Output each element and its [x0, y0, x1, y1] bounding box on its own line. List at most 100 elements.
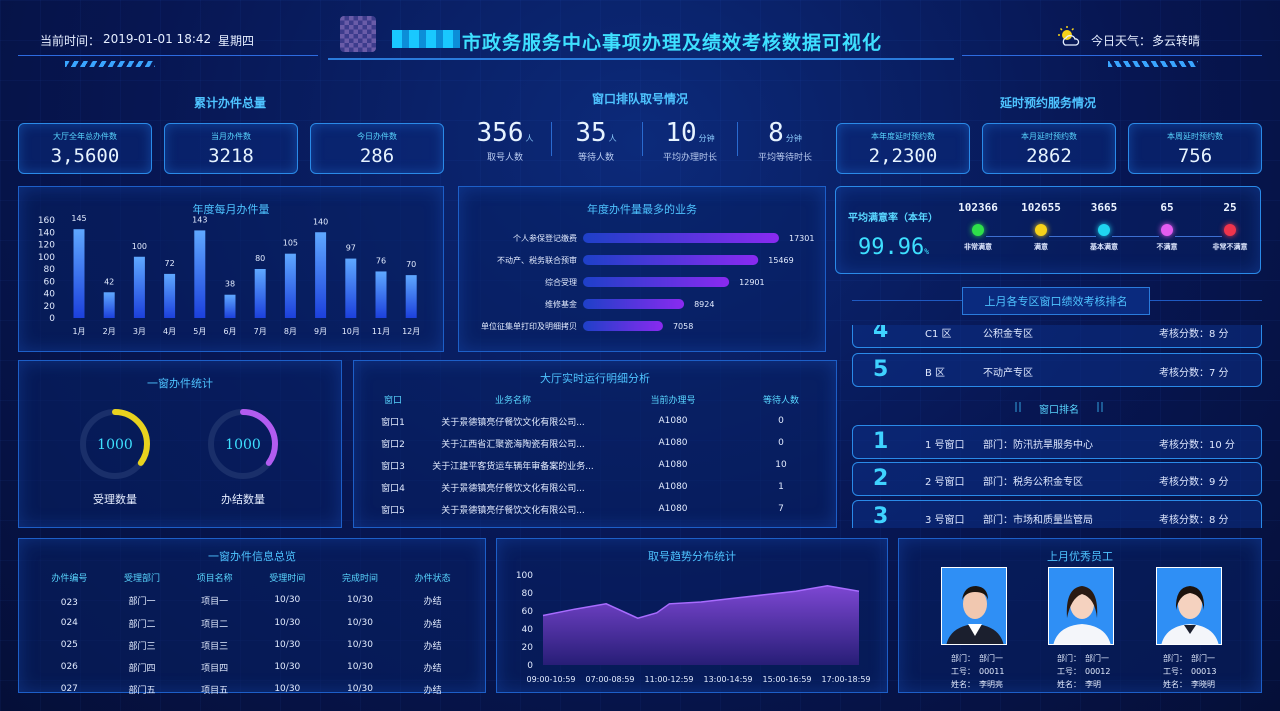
zone-score: 考核分数：8 分: [1159, 329, 1229, 340]
zone-rank-row: 4 C1 区 公积金专区 考核分数：8 分: [852, 325, 1262, 348]
weather-label: 今日天气：: [1091, 34, 1152, 48]
city-logo-icon: [340, 16, 376, 52]
satisfaction-count: 102366: [958, 201, 998, 214]
table-row[interactable]: 窗口3 关于江建平客货运车辆年审备案的业务... A1080 10: [368, 454, 824, 476]
satisfaction-count: 25: [1223, 201, 1237, 214]
category-label: 个人参保登记缴费: [513, 233, 577, 243]
cell: 部门三: [128, 641, 156, 652]
bar: [583, 233, 779, 243]
cell: 部门一: [128, 596, 156, 607]
cell: A1080: [658, 504, 688, 514]
satisfaction-count: 102655: [1021, 201, 1061, 214]
cell: 部门四: [128, 663, 156, 674]
card-value: 756: [1177, 145, 1213, 167]
table-row[interactable]: 窗口1 关于景德镇亮仔餐饮文化有限公司... A1080 0: [368, 410, 824, 432]
cell: 0: [778, 416, 784, 426]
bar: [254, 269, 266, 318]
stat-unit: 人: [608, 134, 617, 143]
cell: 024: [60, 618, 78, 628]
cell: 10/30: [274, 662, 301, 672]
y-tick-label: 60: [44, 277, 56, 287]
stat-value: 10: [665, 118, 697, 148]
cell: 10/30: [274, 618, 301, 628]
stat-value: 35: [575, 118, 607, 148]
bar: [194, 230, 206, 318]
table-row[interactable]: 023 部门一 项目一 10/30 10/30 办结: [33, 588, 469, 612]
data-label: 38: [225, 280, 235, 289]
window-name: 2 号窗口: [925, 477, 965, 488]
cell: 项目三: [201, 641, 229, 652]
satisfaction-count: 65: [1160, 201, 1174, 214]
y-tick-label: 0: [527, 661, 533, 671]
column-header: 窗口: [383, 395, 402, 406]
satisfaction-dot: [1098, 224, 1110, 236]
category-label: 综合受理: [545, 277, 577, 287]
cell: 办结: [423, 596, 442, 607]
category-label: 不动产、税务联合预审: [497, 255, 577, 265]
cell: 025: [60, 640, 78, 650]
table-row[interactable]: 027 部门五 项目五 10/30 10/30 办结: [33, 678, 469, 700]
zone-dept: 公积金专区: [983, 329, 1033, 340]
card-label: 本周延时预约数: [1167, 132, 1223, 141]
bar: [164, 273, 176, 318]
header-bar: 当前时间： 2019-01-01 18:42 星期四 市政务服务中心事项办理及绩…: [0, 0, 1280, 80]
data-label: 100: [132, 242, 147, 251]
data-label: 15469: [768, 256, 793, 265]
satisfaction-item: 65 不满意: [1137, 201, 1197, 252]
header-right-line: [962, 55, 1262, 56]
card-label: 大厅全年总办件数: [53, 132, 117, 141]
satisfaction-panel: 平均满意率（本年） 99.96% 102366 非常满意 102655 满意 3665 基…: [835, 186, 1261, 274]
cell: 10/30: [274, 640, 301, 650]
table-row[interactable]: 025 部门三 项目三 10/30 10/30 办结: [33, 634, 469, 656]
table-row[interactable]: 窗口2 关于江西省汇聚瓷海陶瓷有限公司... A1080 0: [368, 432, 824, 454]
weather-icon: [1057, 26, 1081, 48]
table-row[interactable]: 窗口4 关于景德镇亮仔餐饮文化有限公司... A1080 1: [368, 476, 824, 498]
employee-dept: 部门： 部门一: [1163, 654, 1215, 663]
data-label: 12901: [739, 278, 764, 287]
cell: 部门五: [128, 685, 156, 696]
employee-name: 姓名： 李晓明: [1163, 680, 1215, 689]
hall-panel: 大厅实时运行明细分析 窗口 业务名称 当前办理号 等待人数 窗口1 关于景德镇亮仔餐饮文…: [353, 360, 837, 528]
cell: 10/30: [346, 640, 373, 650]
data-label: 17301: [789, 234, 814, 243]
bar: [73, 229, 85, 318]
window-dept: 部门：税务公积金专区: [983, 477, 1083, 488]
bar: [315, 232, 327, 318]
ring-value: 1000: [97, 437, 133, 453]
y-tick-label: 80: [44, 265, 56, 275]
data-label: 145: [71, 214, 86, 223]
column-header: 项目名称: [196, 573, 233, 584]
column-header: 办件编号: [51, 573, 88, 584]
employee-id: 工号： 00013: [1163, 667, 1217, 676]
table-row[interactable]: 026 部门四 项目四 10/30 10/30 办结: [33, 656, 469, 678]
employee-info: 部门： 部门一 工号： 00012 姓名： 李明: [1057, 652, 1110, 691]
card-label: 本月延时预约数: [1021, 132, 1077, 141]
bar: [133, 256, 145, 318]
header-left-line: [18, 55, 318, 56]
zone-dept: 不动产专区: [983, 368, 1033, 379]
ring-label: 办结数量: [221, 493, 265, 506]
satisfaction-level: 非常不满意: [1212, 243, 1248, 251]
rank-number: 5: [873, 357, 889, 382]
info-table: 办件编号 受理部门 项目名称 受理时间 完成时间 办件状态 023 部门一 项目一 10/30 1…: [33, 566, 469, 700]
total-card-month: 当月办件数 3218: [164, 123, 298, 174]
data-label: 42: [104, 277, 114, 286]
total-card-year: 大厅全年总办件数 3,5600: [18, 123, 152, 174]
cell: 项目一: [201, 596, 229, 607]
satisfaction-unit: %: [924, 247, 930, 256]
satisfaction-count: 3665: [1090, 201, 1118, 214]
y-tick-label: 120: [38, 241, 55, 251]
window-name: 3 号窗口: [925, 515, 965, 526]
window-rank-deco-right: [1097, 402, 1103, 412]
satisfaction-level: 满意: [1034, 243, 1048, 251]
column-header: 当前办理号: [650, 395, 696, 406]
satisfaction-label: 平均满意率（本年）: [848, 213, 938, 224]
zone-name: B 区: [925, 368, 946, 379]
cell: 10/30: [274, 684, 301, 694]
card-value: 3218: [208, 145, 254, 167]
data-label: 97: [346, 244, 356, 253]
column-header: 业务名称: [494, 395, 531, 406]
table-row[interactable]: 024 部门二 项目二 10/30 10/30 办结: [33, 612, 469, 634]
table-row[interactable]: 窗口5 关于景德镇亮仔餐饮文化有限公司... A1080 7: [368, 498, 824, 520]
card-label: 本年度延时预约数: [871, 132, 935, 141]
